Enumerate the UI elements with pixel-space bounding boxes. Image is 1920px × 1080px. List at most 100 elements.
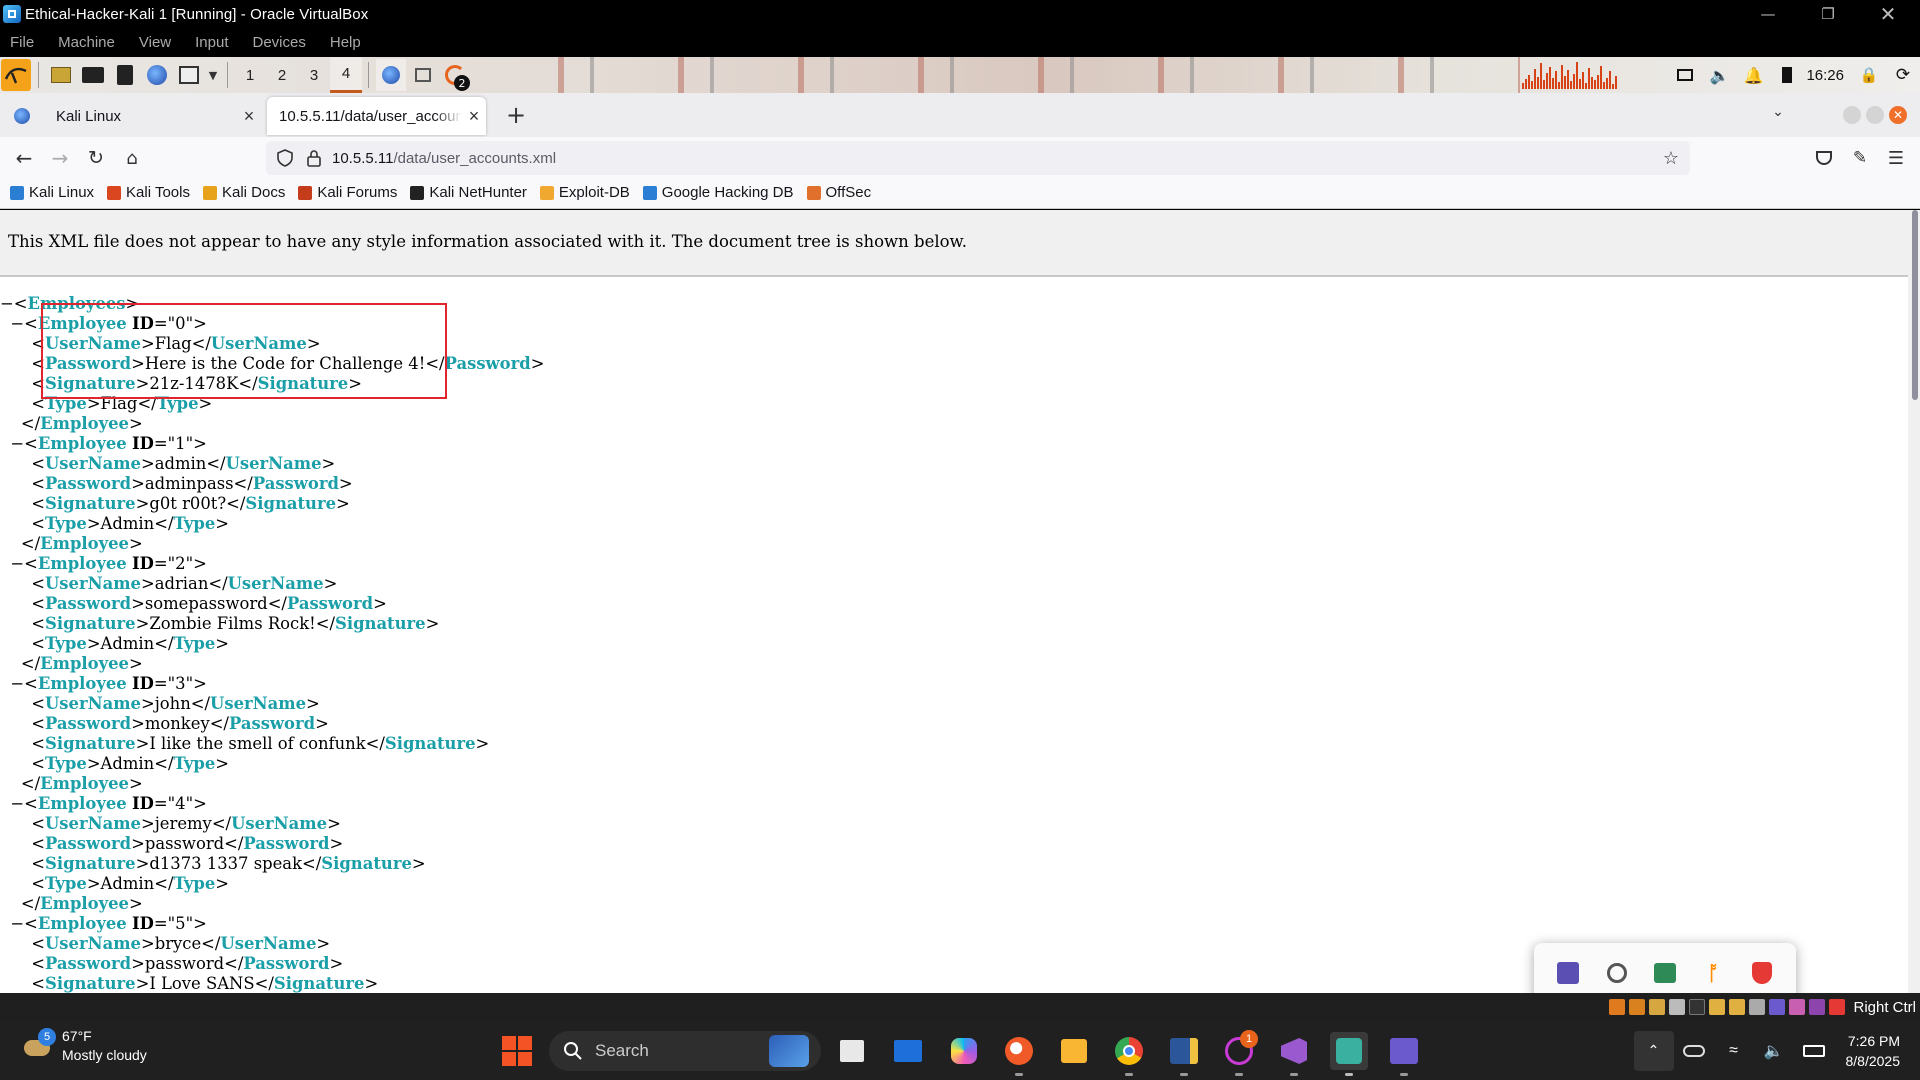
workspace-4[interactable]: 4 [330,57,362,93]
audio-status-icon[interactable] [1649,999,1666,1015]
forward-button[interactable]: → [44,143,76,173]
menu-help[interactable]: Help [330,34,361,51]
window-icon[interactable] [408,59,438,91]
bookmark-kali-nethunter[interactable]: Kali NetHunter [410,184,527,201]
tab-kali-linux[interactable]: Kali Linux × [8,97,261,135]
back-button[interactable]: ← [8,143,40,173]
security-shield-icon[interactable] [1748,959,1776,987]
lock-icon[interactable] [306,149,322,167]
device-tray-icon[interactable] [1651,959,1679,987]
bookmark-kali-forums[interactable]: Kali Forums [298,184,397,201]
optical-status-icon[interactable] [1629,999,1646,1015]
minimize-button[interactable]: — [1740,0,1796,28]
bookmark-kali-linux[interactable]: Kali Linux [10,184,94,201]
collapse-toggle[interactable]: − [10,674,24,693]
copilot-icon[interactable] [945,1032,983,1070]
reload-button[interactable]: ↻ [80,143,112,173]
battery-icon[interactable] [1770,57,1804,93]
network-status-icon[interactable] [1669,999,1686,1015]
storage-status-icon[interactable] [1609,999,1626,1015]
virtualbox-tray-icon[interactable] [1554,959,1582,987]
menu-file[interactable]: File [10,34,34,51]
url-text[interactable]: 10.5.5.11/data/user_accounts.xml [332,150,556,167]
recording-status-icon[interactable] [1749,999,1766,1015]
file-manager-icon[interactable] [78,59,108,91]
text-editor-icon[interactable] [110,59,140,91]
headset-tray-icon[interactable] [1603,959,1631,987]
bell-icon[interactable]: 🔔 [1736,57,1770,93]
chrome-icon[interactable] [1110,1032,1148,1076]
collapse-toggle[interactable]: − [10,554,24,573]
kali-menu-icon[interactable] [1,59,31,91]
capture-status-icon[interactable] [1809,999,1826,1015]
tracking-shield-icon[interactable] [276,149,294,167]
scrollbar-thumb[interactable] [1912,210,1918,400]
collapse-toggle[interactable]: − [10,314,24,333]
bookmark-offsec[interactable]: OffSec [806,184,871,201]
lock-icon[interactable]: 🔒 [1852,57,1886,93]
terminal-icon[interactable] [174,59,204,91]
power-icon[interactable]: ⟳ [1886,57,1920,93]
workspace-1[interactable]: 1 [234,57,266,93]
collapse-toggle[interactable]: − [0,294,14,313]
tab-list-chevron-icon[interactable]: ⌄ [1766,104,1790,128]
keyboard-status-icon[interactable] [1829,999,1846,1015]
visual-studio-icon[interactable] [1275,1032,1313,1076]
start-button[interactable] [502,1036,532,1066]
workspace-3[interactable]: 3 [298,57,330,93]
collapse-toggle[interactable]: − [10,794,24,813]
close-tab-icon[interactable]: × [462,106,486,127]
firefox-close-button[interactable]: ✕ [1889,106,1907,124]
firefox-icon[interactable] [142,59,172,91]
firefox-maximize-button[interactable] [1866,106,1884,124]
home-button[interactable]: ⌂ [116,143,148,173]
bookmark-google-hacking-db[interactable]: Google Hacking DB [642,184,794,201]
chevron-down-icon[interactable]: ▼ [206,59,220,91]
menu-view[interactable]: View [139,34,171,51]
vt-status-icon[interactable] [1769,999,1786,1015]
kali-virtualbox-icon[interactable] [1330,1032,1368,1076]
close-window-button[interactable]: ✕ [1860,0,1916,28]
whatsapp-icon[interactable]: 1 [1220,1030,1258,1076]
collapse-toggle[interactable]: − [10,914,24,933]
bookmark-exploit-db[interactable]: Exploit-DB [539,184,630,201]
firefox-minimize-button[interactable] [1843,106,1861,124]
taskbar-search-box[interactable]: Search [549,1031,821,1071]
usb-status-icon[interactable] [1689,999,1706,1015]
edge-icon[interactable] [1000,1032,1038,1076]
notification-app-icon[interactable]: 2 [440,59,470,91]
bookmark-kali-docs[interactable]: Kali Docs [202,184,285,201]
file-explorer-icon[interactable] [889,1032,927,1070]
firefox-window-icon[interactable] [376,59,406,91]
screen-icon[interactable] [1668,57,1702,93]
word-icon[interactable] [1165,1032,1203,1076]
taskbar-clock[interactable]: 7:26 PM 8/8/2025 [1846,1031,1901,1071]
weather-widget[interactable]: 5 67°F Mostly cloudy [20,1027,147,1065]
microsoft-store-icon[interactable] [1055,1032,1093,1070]
pocket-icon[interactable] [1808,143,1840,173]
restore-button[interactable]: ❐ [1800,0,1856,28]
show-desktop-icon[interactable] [46,59,76,91]
menu-machine[interactable]: Machine [58,34,115,51]
bookmark-star-icon[interactable]: ☆ [1660,147,1682,169]
bookmark-kali-tools[interactable]: Kali Tools [107,184,190,201]
wifi-icon[interactable]: ≈ [1714,1031,1754,1071]
onedrive-icon[interactable] [1674,1031,1714,1071]
bluetooth-icon[interactable]: ᚩ [1699,959,1727,987]
address-bar[interactable]: 10.5.5.11/data/user_accounts.xml ☆ [266,141,1690,175]
new-tab-button[interactable]: + [502,102,530,130]
task-view-icon[interactable] [833,1032,871,1070]
speaker-icon[interactable]: 🔈 [1754,1031,1794,1071]
app-menu-icon[interactable]: ☰ [1880,143,1912,173]
menu-devices[interactable]: Devices [253,34,306,51]
tab-user-accounts[interactable]: 10.5.5.11/data/user_accounts × [267,97,486,135]
menu-input[interactable]: Input [195,34,228,51]
virtualbox-manager-icon[interactable] [1385,1032,1423,1076]
extensions-icon[interactable]: ✎ [1844,143,1876,173]
workspace-2[interactable]: 2 [266,57,298,93]
shared-folder-status-icon[interactable] [1709,999,1726,1015]
chevron-up-icon[interactable]: ⌃ [1633,1030,1674,1071]
display-status-icon[interactable] [1729,999,1746,1015]
volume-icon[interactable]: 🔈 [1702,57,1736,93]
vertical-scrollbar[interactable] [1908,210,1920,993]
